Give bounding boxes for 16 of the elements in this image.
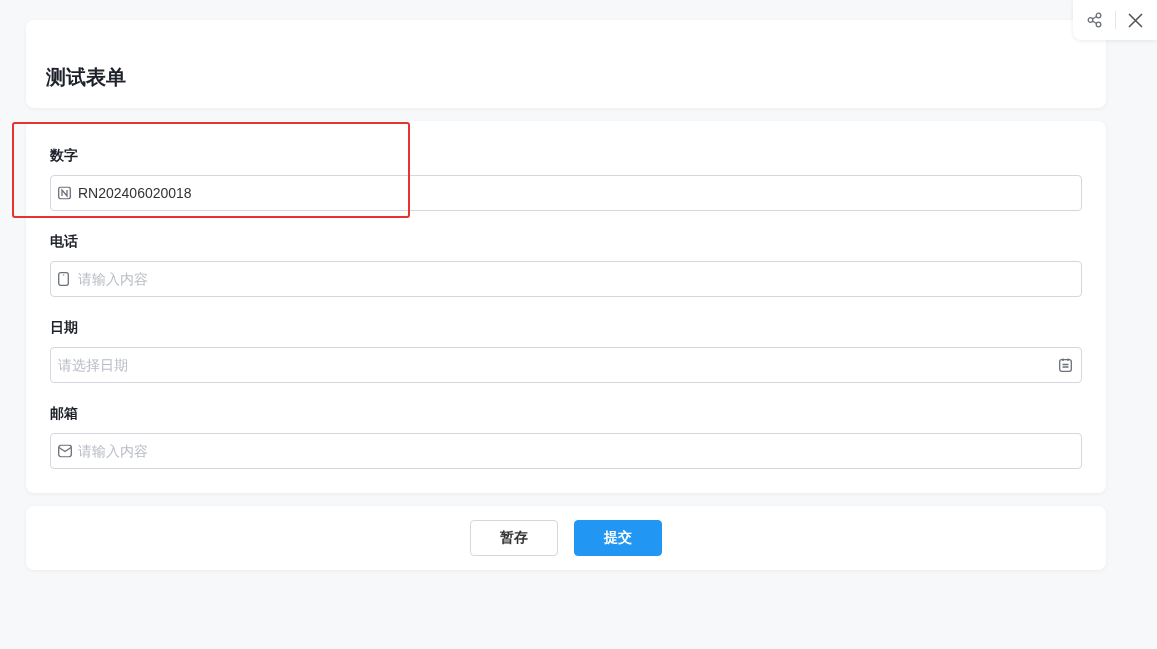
input-field[interactable]: 请选择日期 <box>50 347 1082 383</box>
input-field[interactable]: 请输入内容 <box>50 261 1082 297</box>
field-label: 邮箱 <box>50 404 79 423</box>
n-square-icon <box>58 186 71 200</box>
calendar-icon[interactable] <box>1059 358 1072 372</box>
input-field[interactable]: RN202406020018 <box>50 175 1082 211</box>
input-field[interactable]: 请输入内容 <box>50 433 1082 469</box>
save-draft-button[interactable]: 暂存 <box>470 520 558 556</box>
field-label: 电话 <box>50 232 79 251</box>
close-icon[interactable] <box>1128 12 1143 28</box>
phone-icon <box>58 272 69 286</box>
envelope-icon <box>58 444 72 458</box>
form-title: 测试表单 <box>46 65 127 89</box>
field-label: 数字 <box>50 146 79 165</box>
share-icon[interactable] <box>1087 12 1103 28</box>
field-label: 日期 <box>50 318 79 337</box>
